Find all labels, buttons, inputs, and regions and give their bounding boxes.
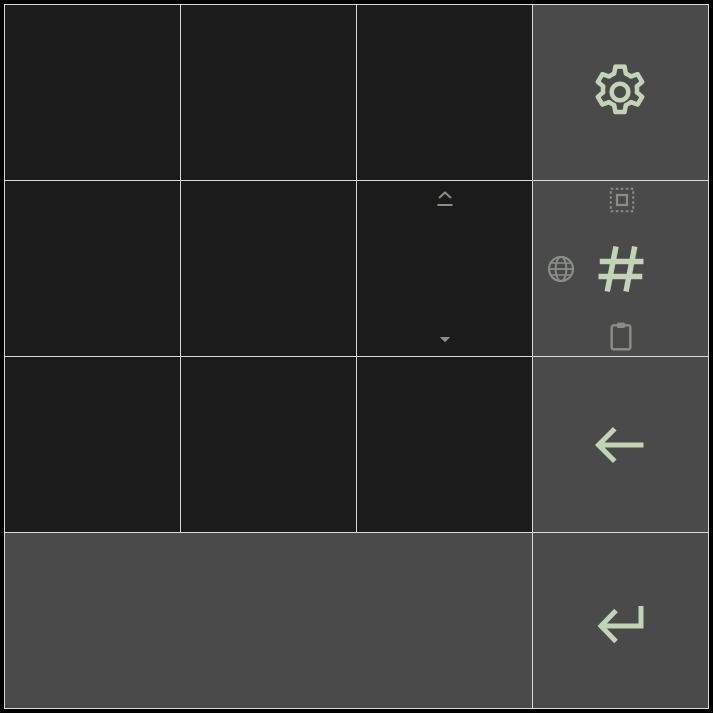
select-all-icon[interactable] bbox=[607, 185, 637, 215]
backspace-key[interactable] bbox=[532, 356, 709, 533]
triangle-down-icon[interactable] bbox=[436, 331, 454, 349]
space-key[interactable] bbox=[4, 532, 533, 709]
key-r2c3[interactable] bbox=[356, 180, 533, 357]
enter-key[interactable] bbox=[532, 532, 709, 709]
key-r2c1[interactable] bbox=[4, 180, 181, 357]
key-r1c3[interactable] bbox=[356, 4, 533, 181]
clipboard-icon[interactable] bbox=[605, 320, 637, 352]
globe-icon[interactable] bbox=[545, 253, 577, 285]
eject-icon[interactable] bbox=[433, 187, 457, 211]
key-r1c1[interactable] bbox=[4, 4, 181, 181]
key-r1c2[interactable] bbox=[180, 4, 357, 181]
arrow-left-icon bbox=[594, 426, 644, 464]
hash-icon bbox=[598, 245, 644, 293]
symbols-key[interactable] bbox=[532, 180, 709, 357]
keyboard-grid bbox=[0, 0, 713, 713]
settings-key[interactable] bbox=[532, 4, 709, 181]
key-r3c2[interactable] bbox=[180, 356, 357, 533]
key-r3c3[interactable] bbox=[356, 356, 533, 533]
key-r2c2[interactable] bbox=[180, 180, 357, 357]
key-r3c1[interactable] bbox=[4, 356, 181, 533]
enter-return-icon bbox=[597, 606, 644, 644]
gear-icon bbox=[595, 64, 645, 115]
